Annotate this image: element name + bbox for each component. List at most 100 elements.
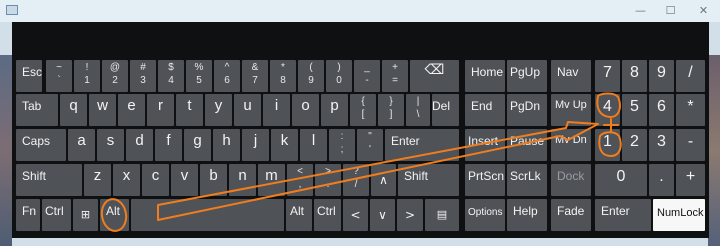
key-minus[interactable]: _ - [354,60,380,92]
key-ctrl-right[interactable]: Ctrl [314,199,341,231]
numpad-subtract[interactable]: - [676,129,705,161]
key-equal[interactable]: + = [382,60,408,92]
key-home[interactable]: Home [465,60,505,92]
key-pgdn[interactable]: PgDn [507,94,547,126]
key-backtick[interactable]: ~ ` [46,60,72,92]
numpad-2[interactable]: 2 [622,129,647,161]
key-8[interactable]: * 8 [270,60,296,92]
key-alt-right[interactable]: Alt [286,199,312,231]
key-u[interactable]: u [234,94,261,126]
key-f[interactable]: f [155,129,182,161]
key-up-arrow[interactable]: ∧ [371,164,396,196]
key-shift-right[interactable]: Shift [398,164,459,196]
key-caps[interactable]: Caps [16,129,66,161]
key-backspace[interactable]: ⌫ [410,60,459,92]
key-space[interactable] [131,199,284,231]
numpad-7[interactable]: 7 [595,60,620,92]
key-alt-left[interactable]: Alt [100,199,129,231]
key-e[interactable]: e [118,94,145,126]
key-1[interactable]: ! 1 [74,60,100,92]
key-mv-up[interactable]: Mv Up [551,94,591,126]
key-9[interactable]: (9 [298,60,324,92]
key-j[interactable]: j [242,129,269,161]
key-ctrl-left[interactable]: Ctrl [42,199,71,231]
key-w[interactable]: w [89,94,116,126]
key-dock[interactable]: Dock [551,164,591,196]
key-7[interactable]: & 7 [242,60,268,92]
key-nav[interactable]: Nav [551,60,591,92]
key-options[interactable]: Options [465,199,505,231]
key-k[interactable]: k [271,129,298,161]
key-numlock[interactable]: NumLock [653,199,705,231]
minimize-icon[interactable]: — [634,5,647,17]
key-comma[interactable]: <, [287,164,313,196]
key-a[interactable]: a [68,129,95,161]
key-esc[interactable]: Esc [16,60,42,92]
key-mv-dn[interactable]: Mv Dn [551,129,591,161]
key-right-arrow[interactable]: > [397,199,423,231]
numpad-multiply[interactable]: * [676,94,705,126]
key-pause[interactable]: Pause [507,129,547,161]
numpad-3[interactable]: 3 [649,129,674,161]
key-end[interactable]: End [465,94,505,126]
key-insert[interactable]: Insert [465,129,505,161]
key-left-bracket[interactable]: {[ [350,94,376,126]
numpad-8[interactable]: 8 [622,60,647,92]
key-v[interactable]: v [171,164,198,196]
key-period[interactable]: >. [315,164,341,196]
key-i[interactable]: i [263,94,290,126]
close-icon[interactable]: ✕ [697,5,710,17]
key-2[interactable]: @2 [102,60,128,92]
key-enter[interactable]: Enter [385,129,459,161]
key-x[interactable]: x [113,164,140,196]
key-fn[interactable]: Fn [16,199,40,231]
key-windows[interactable]: ⊞ [73,199,98,231]
maximize-icon[interactable]: ☐ [664,5,677,17]
key-down-arrow[interactable]: ∨ [370,199,395,231]
key-c[interactable]: c [142,164,169,196]
key-t[interactable]: t [176,94,203,126]
numpad-6[interactable]: 6 [649,94,674,126]
key-left-arrow[interactable]: < [343,199,368,231]
numpad-9[interactable]: 9 [649,60,674,92]
key-4[interactable]: $4 [158,60,184,92]
key-quote[interactable]: " ' [357,129,383,161]
key-n[interactable]: n [229,164,256,196]
key-z[interactable]: z [84,164,111,196]
key-g[interactable]: g [184,129,211,161]
numpad-add[interactable]: + [676,164,705,196]
key-shift-left[interactable]: Shift [16,164,82,196]
key-context-menu[interactable]: ▤ [425,199,459,231]
key-r[interactable]: r [147,94,174,126]
key-h[interactable]: h [213,129,240,161]
key-prtscn[interactable]: PrtScn [465,164,505,196]
key-pgup[interactable]: PgUp [507,60,547,92]
numpad-decimal[interactable]: . [649,164,674,196]
key-6[interactable]: ^ 6 [214,60,240,92]
numpad-5[interactable]: 5 [622,94,647,126]
key-p[interactable]: p [321,94,348,126]
numpad-0[interactable]: 0 [595,164,647,196]
key-s[interactable]: s [97,129,124,161]
numpad-1[interactable]: 1 [595,129,620,161]
numpad-4[interactable]: 4 [595,94,620,126]
key-5[interactable]: % 5 [186,60,212,92]
key-d[interactable]: d [126,129,153,161]
key-right-bracket[interactable]: }] [378,94,404,126]
key-b[interactable]: b [200,164,227,196]
key-o[interactable]: o [292,94,319,126]
key-3[interactable]: #3 [130,60,156,92]
key-slash[interactable]: ? / [343,164,369,196]
key-backslash[interactable]: | \ [406,94,430,126]
numpad-enter[interactable]: Enter [595,199,651,231]
key-help[interactable]: Help [507,199,547,231]
key-semicolon[interactable]: :; [329,129,355,161]
key-q[interactable]: q [60,94,87,126]
key-m[interactable]: m [258,164,285,196]
key-0[interactable]: ) 0 [326,60,352,92]
key-l[interactable]: l [300,129,327,161]
key-scrlk[interactable]: ScrLk [507,164,547,196]
numpad-divide[interactable]: / [676,60,705,92]
key-tab[interactable]: Tab [16,94,58,126]
key-fade[interactable]: Fade [551,199,591,231]
